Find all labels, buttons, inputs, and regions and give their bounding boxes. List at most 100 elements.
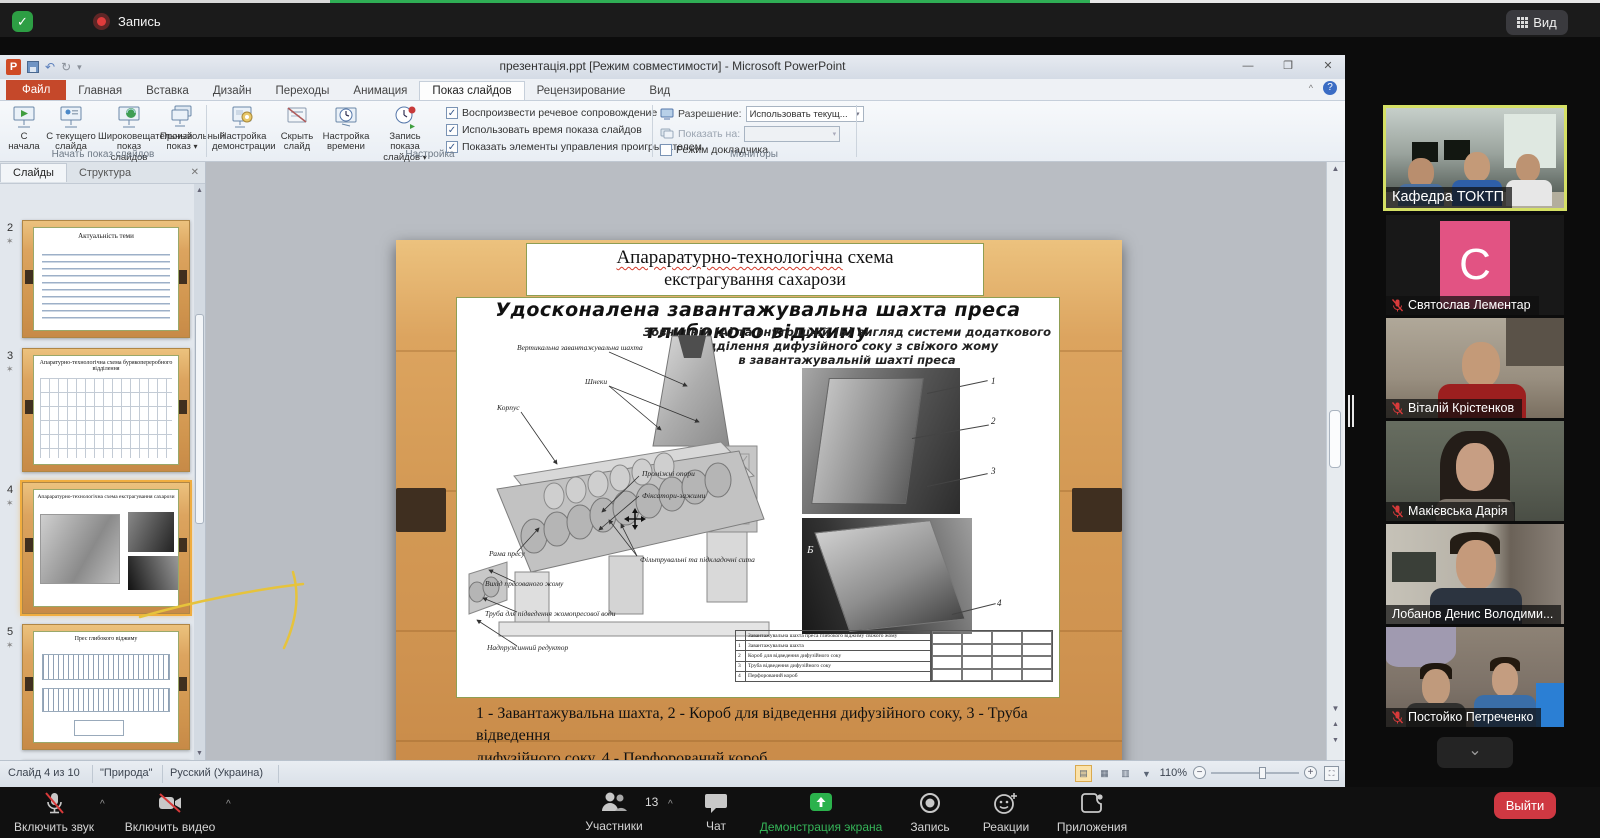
- zoom-slider-track[interactable]: [1211, 772, 1299, 774]
- panel-divider-handle[interactable]: [1352, 395, 1354, 427]
- start-video-button[interactable]: Включить видео: [118, 791, 222, 834]
- tab-animations[interactable]: Анимация: [341, 82, 419, 100]
- scroll-up-icon[interactable]: ▲: [1327, 162, 1344, 176]
- reactions-smiley-icon: [993, 791, 1019, 815]
- slide: Апараратурно-технологічна схема екстрагу…: [396, 240, 1122, 760]
- participant-tile-makiievska[interactable]: Макієвська Дарія: [1386, 421, 1564, 521]
- spec-table: Завантажувальна шахта преса глибокого ві…: [735, 630, 1053, 682]
- zoom-out-button[interactable]: −: [1193, 766, 1206, 779]
- scroll-down-icon[interactable]: ▼: [194, 747, 205, 760]
- scroll-down-icon[interactable]: ▼: [1327, 702, 1344, 716]
- tab-transitions[interactable]: Переходы: [263, 82, 341, 100]
- participant-tile-sviatoslav[interactable]: C Святослав Лементар: [1386, 215, 1564, 315]
- close-button[interactable]: ✕: [1315, 57, 1341, 75]
- view-button[interactable]: Вид: [1506, 10, 1568, 35]
- broadcast-icon: [116, 104, 142, 130]
- slide-sorter-view-button[interactable]: ▦: [1096, 765, 1113, 782]
- drawing-label-frame: Рама пресу: [488, 549, 525, 558]
- zoom-in-button[interactable]: +: [1304, 766, 1317, 779]
- tab-design[interactable]: Дизайн: [201, 82, 264, 100]
- setup-slideshow-button[interactable]: Настройка демонстрации: [212, 104, 274, 153]
- tab-outline[interactable]: Структура: [67, 164, 143, 182]
- show-on-select[interactable]: ▾: [744, 126, 840, 142]
- previous-slide-button[interactable]: ▲: [1327, 718, 1344, 732]
- panel-scrollbar-thumb[interactable]: [195, 314, 204, 524]
- apps-button[interactable]: Приложения: [1050, 791, 1134, 834]
- slideshow-view-button[interactable]: ▼: [1138, 765, 1155, 782]
- record-button[interactable]: Запись: [898, 791, 962, 834]
- unmute-label: Включить звук: [8, 820, 100, 834]
- restore-button[interactable]: ❐: [1275, 57, 1301, 75]
- slide-title-box: Апараратурно-технологічна схема екстрагу…: [526, 243, 984, 296]
- tab-review[interactable]: Рецензирование: [525, 82, 638, 100]
- normal-view-button[interactable]: ▤: [1075, 765, 1092, 782]
- dropdown-arrow-icon: ▾: [833, 130, 837, 138]
- tab-home[interactable]: Главная: [66, 82, 134, 100]
- panel-scrollbar[interactable]: ▲ ▼: [194, 184, 205, 760]
- spec-row-name: Труба відведення дифузійного соку: [746, 661, 931, 671]
- unmute-button[interactable]: Включить звук: [8, 791, 100, 834]
- rehearse-timings-button[interactable]: Настройка времени: [320, 104, 372, 153]
- help-icon[interactable]: ?: [1323, 81, 1337, 95]
- reading-view-button[interactable]: ▥: [1117, 765, 1134, 782]
- callout-1: 1: [991, 376, 996, 386]
- slide-title-misspelled: Апараратурно-технологічна: [616, 247, 842, 268]
- custom-slideshow-button[interactable]: Произвольный показ ▾: [160, 104, 204, 153]
- participant-name: Кафедра ТОКТП: [1386, 187, 1512, 208]
- mic-options-caret[interactable]: ^: [100, 799, 105, 810]
- collapse-ribbon-icon[interactable]: ^: [1309, 83, 1313, 93]
- checkbox-use-timings[interactable]: ✓ Использовать время показа слайдов: [446, 124, 642, 136]
- slide-content-panel: Удосконалена завантажувальна шахта преса…: [456, 297, 1060, 698]
- participant-tile-kafedra[interactable]: Кафедра ТОКТП: [1383, 105, 1567, 211]
- thumbnail-number: 5: [7, 626, 13, 638]
- title-bar[interactable]: P ↶ ↻ ▾ презентація.ppt [Режим совместим…: [0, 55, 1345, 79]
- hide-slide-button[interactable]: Скрыть слайд: [276, 104, 318, 153]
- chat-button[interactable]: Чат: [688, 791, 744, 833]
- panel-divider-handle[interactable]: [1348, 395, 1350, 427]
- participants-icon: [599, 791, 629, 814]
- checkbox-play-narrations[interactable]: ✓ Воспроизвести речевое сопровождение: [446, 107, 657, 119]
- participant-name-row: Лобанов Денис Володими...: [1386, 605, 1561, 624]
- more-participants-button[interactable]: ⌄: [1437, 737, 1513, 768]
- spec-row-name: Короб для відведення дифузійного соку: [746, 651, 931, 661]
- tab-file[interactable]: Файл: [6, 80, 66, 100]
- from-beginning-button[interactable]: С начала: [4, 104, 44, 153]
- fit-to-window-button[interactable]: ⛶: [1324, 766, 1339, 781]
- canvas-scrollbar[interactable]: ▲ ▼ ▲ ▼: [1326, 162, 1343, 760]
- thumbnail-slide-5[interactable]: Прес глибокого віджиму: [22, 624, 190, 750]
- drawing-label-pulp-exit: Вихід пресованого жому: [485, 579, 564, 588]
- thumbnail-title: Прес глибокого віджиму: [34, 636, 178, 642]
- participant-tile-vitalii[interactable]: Віталій Крістенков: [1386, 318, 1564, 418]
- share-screen-button[interactable]: Демонстрация экрана: [756, 791, 886, 834]
- participant-tile-lobanov[interactable]: Лобанов Денис Володими...: [1386, 524, 1564, 624]
- canvas-scrollbar-thumb[interactable]: [1329, 410, 1341, 468]
- tab-slideshow[interactable]: Показ слайдов: [419, 81, 524, 100]
- tab-view[interactable]: Вид: [637, 82, 682, 100]
- resolution-select[interactable]: Использовать текущ... ▾: [746, 106, 864, 122]
- video-options-caret[interactable]: ^: [226, 799, 231, 810]
- tab-slides-thumbnails[interactable]: Слайды: [0, 163, 67, 182]
- monitors-icon: [660, 128, 674, 140]
- security-shield-icon[interactable]: ✓: [12, 11, 33, 32]
- language-indicator[interactable]: Русский (Украина): [170, 767, 263, 779]
- zoom-slider-thumb[interactable]: [1259, 767, 1266, 779]
- participants-options-caret[interactable]: ^: [668, 799, 673, 810]
- minimize-button[interactable]: —: [1235, 57, 1261, 75]
- thumbnail-slide-3[interactable]: Апаратурно-технологічна схема бурякопере…: [22, 348, 190, 472]
- photo-b-letter: Б: [807, 544, 814, 556]
- thumbnail-slide-2[interactable]: Актуальність теми: [22, 220, 190, 338]
- panel-close-icon[interactable]: ✕: [191, 167, 199, 178]
- next-slide-button[interactable]: ▼: [1327, 734, 1344, 748]
- reactions-button[interactable]: Реакции: [972, 791, 1040, 834]
- tab-insert[interactable]: Вставка: [134, 82, 201, 100]
- group-title: Настройка: [212, 149, 648, 160]
- scroll-up-icon[interactable]: ▲: [194, 184, 205, 197]
- zoom-percentage[interactable]: 110%: [1160, 767, 1187, 779]
- leave-button[interactable]: Выйти: [1494, 792, 1556, 819]
- from-current-slide-button[interactable]: С текущего слайда: [46, 104, 96, 153]
- thumbnail-list: 2 ✶ Актуальність теми 3 ✶ Апаратурно-тех…: [0, 184, 195, 760]
- thumbnail-slide-4-selected[interactable]: Апараратурно-технологічна схема екстрагу…: [22, 482, 190, 614]
- reactions-label: Реакции: [972, 820, 1040, 834]
- participant-tile-postoiko[interactable]: Постойко Петреченко: [1386, 627, 1564, 727]
- animation-star-icon: ✶: [6, 364, 14, 375]
